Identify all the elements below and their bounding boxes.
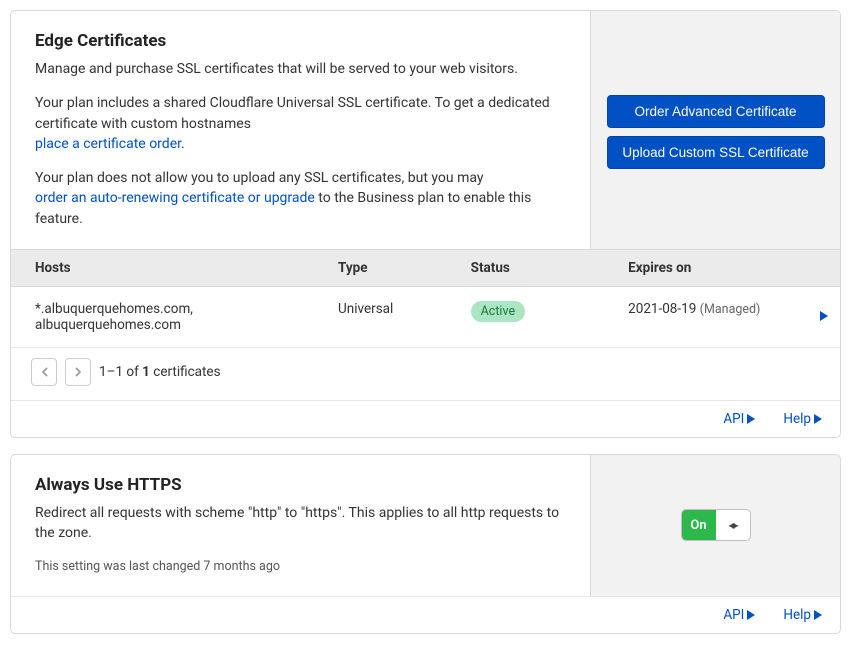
api-link[interactable]: API — [723, 607, 755, 623]
help-label: Help — [783, 411, 811, 427]
order-auto-renewing-link[interactable]: order an auto-renewing certificate or up… — [35, 190, 315, 206]
pager-label: certificates — [153, 364, 220, 380]
edge-cert-content: Edge Certificates Manage and purchase SS… — [11, 11, 590, 249]
next-page-button[interactable] — [65, 358, 91, 386]
cell-hosts: *.albuquerquehomes.com, albuquerquehomes… — [11, 287, 326, 348]
edge-cert-title: Edge Certificates — [35, 31, 566, 51]
upload-text-pre: Your plan does not allow you to upload a… — [35, 170, 484, 186]
https-content: Always Use HTTPS Redirect all requests w… — [11, 455, 590, 596]
col-expires: Expires on — [616, 250, 808, 287]
place-certificate-order-link[interactable]: place a certificate order — [35, 136, 181, 152]
pager-of: of — [126, 364, 138, 380]
https-last-changed: This setting was last changed 7 months a… — [35, 558, 566, 576]
upload-custom-ssl-button[interactable]: Upload Custom SSL Certificate — [607, 136, 825, 169]
https-footer: API Help — [11, 596, 840, 633]
col-hosts: Hosts — [11, 250, 326, 287]
always-use-https-card: Always Use HTTPS Redirect all requests w… — [10, 454, 841, 634]
cell-expires: 2021-08-19 (Managed) — [616, 287, 808, 348]
pagination: 1–1 of 1 certificates — [11, 348, 840, 400]
toggle-grip-icon: ◂▸ — [716, 510, 750, 540]
help-link[interactable]: Help — [783, 411, 822, 427]
expires-note: (Managed) — [700, 302, 761, 317]
edge-cert-upload-text: Your plan does not allow you to upload a… — [35, 168, 566, 229]
edge-cert-plan-text: Your plan includes a shared Cloudflare U… — [35, 93, 566, 154]
expires-date: 2021-08-19 — [628, 301, 696, 317]
col-type: Type — [326, 250, 459, 287]
api-label: API — [723, 607, 744, 623]
expand-row-icon[interactable] — [820, 309, 828, 325]
edge-cert-subtitle: Manage and purchase SSL certificates tha… — [35, 59, 566, 79]
order-advanced-cert-button[interactable]: Order Advanced Certificate — [607, 95, 825, 128]
pagination-text: 1–1 of 1 certificates — [99, 364, 221, 380]
edge-certificates-card: Edge Certificates Manage and purchase SS… — [10, 10, 841, 438]
https-desc: Redirect all requests with scheme "http"… — [35, 503, 566, 544]
pager-range: 1–1 — [99, 364, 123, 380]
table-row[interactable]: *.albuquerquehomes.com, albuquerquehomes… — [11, 287, 840, 348]
api-label: API — [723, 411, 744, 427]
edge-cert-sidebar: Order Advanced Certificate Upload Custom… — [590, 11, 840, 249]
https-title: Always Use HTTPS — [35, 475, 566, 495]
certificates-table: Hosts Type Status Expires on *.albuquerq… — [11, 249, 840, 348]
plan-text-pre: Your plan includes a shared Cloudflare U… — [35, 95, 550, 131]
pager-total: 1 — [142, 364, 150, 380]
help-link[interactable]: Help — [783, 607, 822, 623]
always-use-https-toggle[interactable]: On ◂▸ — [681, 509, 751, 541]
status-badge: Active — [471, 301, 525, 322]
cell-type: Universal — [326, 287, 459, 348]
help-label: Help — [783, 607, 811, 623]
toggle-on-label: On — [682, 510, 716, 540]
https-sidebar: On ◂▸ — [590, 455, 840, 596]
col-status: Status — [459, 250, 617, 287]
edge-cert-footer: API Help — [11, 400, 840, 437]
api-link[interactable]: API — [723, 411, 755, 427]
prev-page-button[interactable] — [31, 358, 57, 386]
